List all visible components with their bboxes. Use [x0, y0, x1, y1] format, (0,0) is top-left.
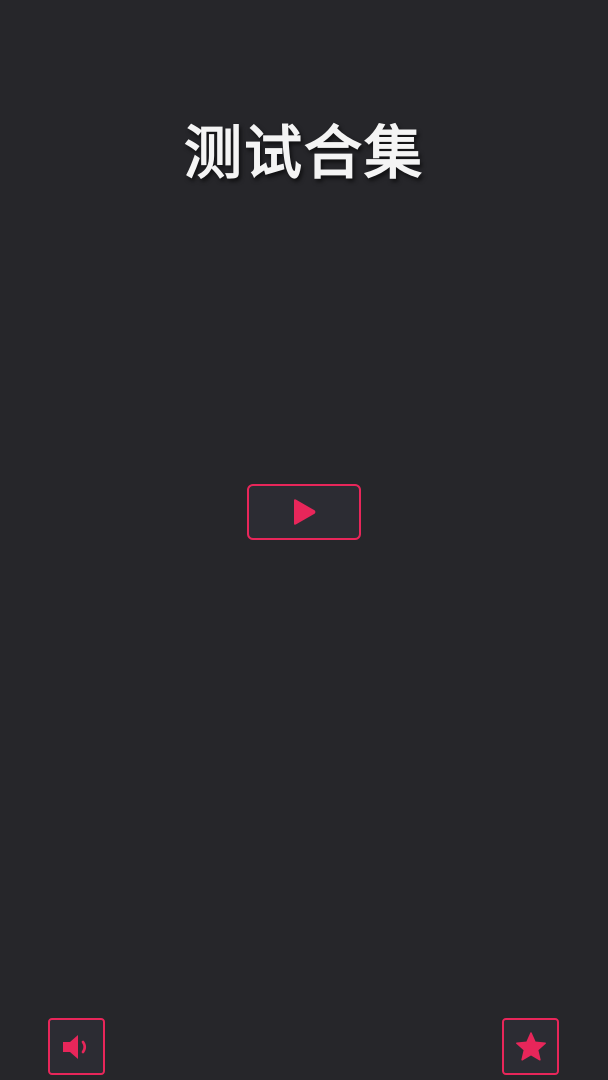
sound-toggle-button[interactable] [48, 1018, 105, 1075]
game-screen: 测试合集 [0, 0, 608, 1080]
star-icon [515, 1031, 547, 1063]
page-title: 测试合集 [183, 119, 424, 187]
play-icon [291, 498, 317, 526]
favorite-button[interactable] [502, 1018, 559, 1075]
play-button[interactable] [247, 484, 361, 540]
speaker-icon [60, 1032, 94, 1062]
